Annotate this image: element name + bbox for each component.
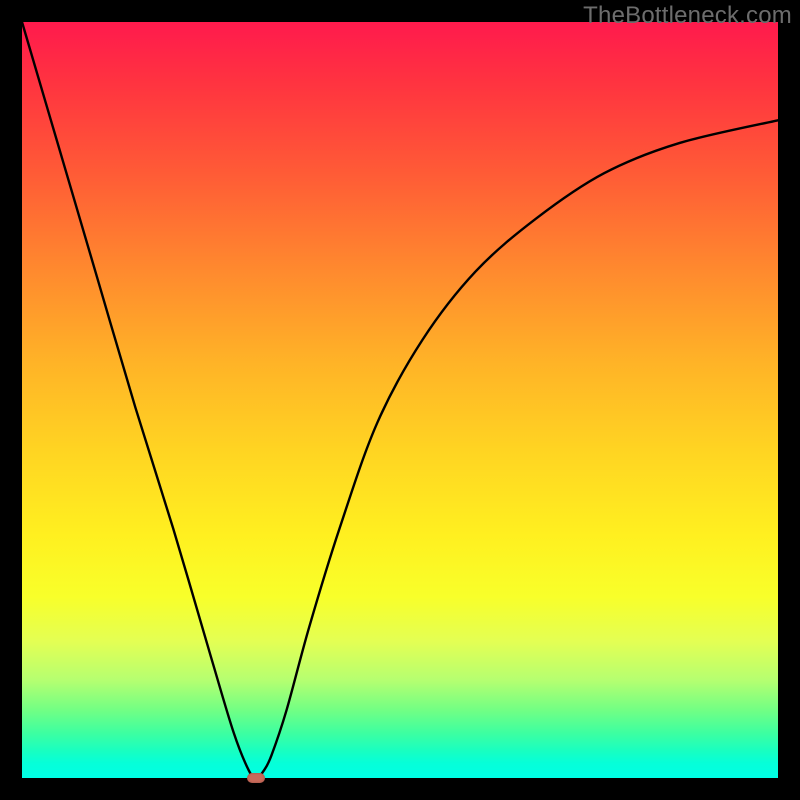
chart-frame: TheBottleneck.com xyxy=(0,0,800,800)
bottleneck-curve-path xyxy=(22,22,778,778)
bottleneck-marker xyxy=(247,773,265,783)
curve-layer xyxy=(22,22,778,778)
plot-area xyxy=(22,22,778,778)
watermark-text: TheBottleneck.com xyxy=(583,2,792,30)
